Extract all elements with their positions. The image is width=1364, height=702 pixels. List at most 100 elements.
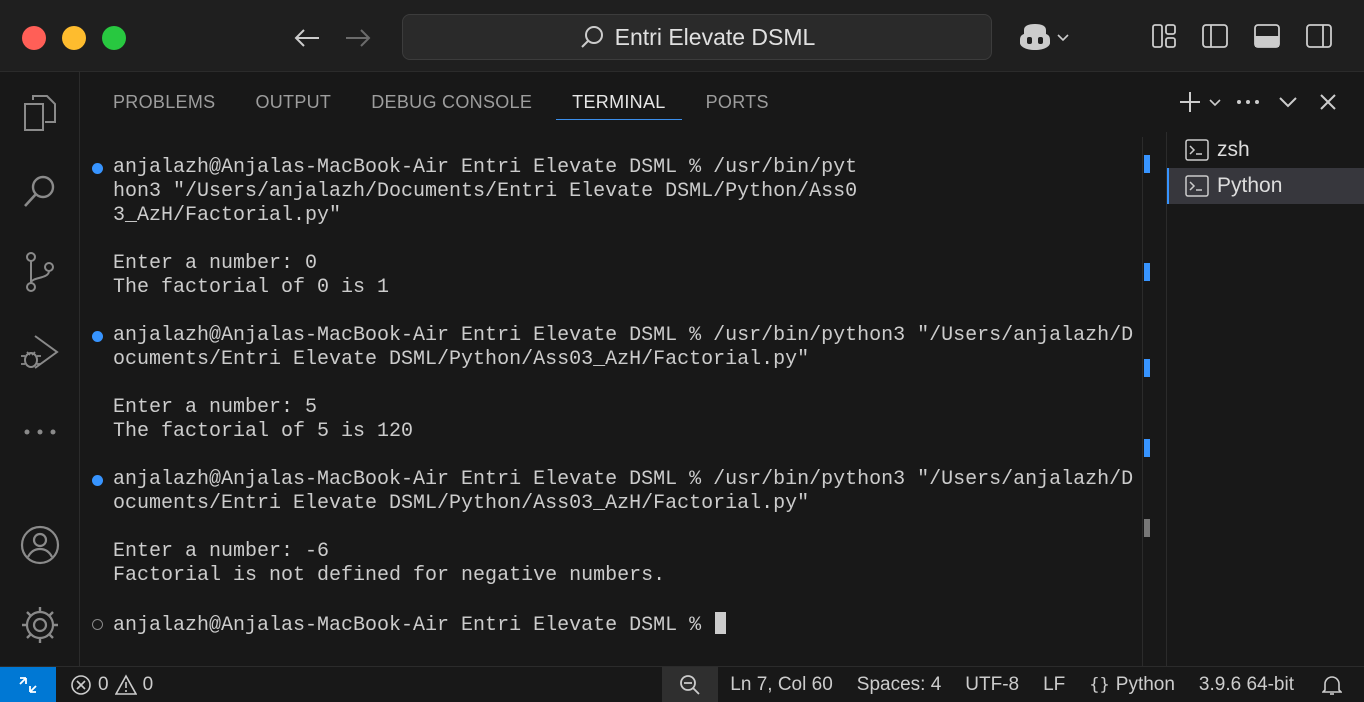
terminal-tab-label: zsh <box>1217 138 1250 161</box>
toggle-primary-sidebar-button[interactable] <box>1199 20 1231 52</box>
command-success-decoration[interactable] <box>92 331 103 342</box>
close-window-button[interactable] <box>22 26 46 50</box>
more-actions-button[interactable] <box>1232 86 1264 118</box>
terminal-tab-zsh[interactable]: zsh <box>1167 132 1364 168</box>
panel-bottom-icon <box>1254 24 1280 48</box>
forward-button[interactable] <box>341 22 375 54</box>
debug-icon <box>21 335 59 369</box>
toggle-secondary-sidebar-button[interactable] <box>1303 20 1335 52</box>
chevron-down-icon <box>1057 34 1069 42</box>
terminal-tab-python[interactable]: Python <box>1167 168 1364 204</box>
terminal-line: 3_AzH/Factorial.py" <box>113 204 342 227</box>
error-count: 0 <box>98 673 109 695</box>
maximize-window-button[interactable] <box>102 26 126 50</box>
chevron-down-icon <box>1279 97 1297 108</box>
terminal-icon <box>1185 175 1209 197</box>
more-views-button[interactable] <box>0 402 80 462</box>
scrollbar-marker <box>1144 155 1150 173</box>
command-center-search[interactable]: Entri Elevate DSML <box>402 14 992 60</box>
chevron-down-icon <box>1209 99 1221 107</box>
title-bar: Entri Elevate DSML <box>0 0 1364 72</box>
search-icon <box>580 26 603 48</box>
braces-icon: {} <box>1089 674 1110 695</box>
source-control-icon <box>26 252 54 292</box>
terminal-cursor <box>715 612 727 634</box>
copilot-menu-button[interactable] <box>1018 20 1070 54</box>
run-and-debug-button[interactable] <box>0 322 80 382</box>
arrow-right-icon <box>346 29 371 47</box>
maximize-panel-button[interactable] <box>1272 86 1304 118</box>
terminal-line: ocuments/Entri Elevate DSML/Python/Ass03… <box>113 492 810 515</box>
remote-icon <box>19 676 37 693</box>
notifications-button[interactable] <box>1306 667 1364 702</box>
python-interpreter-button[interactable]: 3.9.6 64-bit <box>1187 667 1306 702</box>
encoding-button[interactable]: UTF-8 <box>953 667 1031 702</box>
activity-bar <box>0 72 80 666</box>
language-mode-button[interactable]: {} Python <box>1077 667 1187 702</box>
end-of-line-button[interactable]: LF <box>1031 667 1077 702</box>
explorer-button[interactable] <box>0 82 80 142</box>
terminal-line: Enter a number: 0 <box>113 252 318 275</box>
terminal-line: The factorial of 0 is 1 <box>113 276 390 299</box>
tab-terminal[interactable]: TERMINAL <box>552 72 685 132</box>
close-panel-button[interactable] <box>1312 86 1344 118</box>
plus-icon <box>1180 92 1200 112</box>
terminal-line: anjalazh@Anjalas-MacBook-Air Entri Eleva… <box>80 156 1142 180</box>
panel-tab-bar: PROBLEMS OUTPUT DEBUG CONSOLE TERMINAL P… <box>80 72 789 132</box>
warning-icon <box>114 673 137 695</box>
cursor-position-button[interactable]: Ln 7, Col 60 <box>718 667 844 702</box>
accounts-button[interactable] <box>0 515 80 575</box>
files-icon <box>24 95 56 131</box>
search-view-button[interactable] <box>0 162 80 222</box>
search-text: Entri Elevate DSML <box>614 23 816 50</box>
error-icon <box>71 674 91 695</box>
customize-layout-button[interactable] <box>1148 20 1180 52</box>
terminal-line: Factorial is not defined for negative nu… <box>113 564 666 587</box>
zoom-button[interactable] <box>662 666 719 702</box>
source-control-button[interactable] <box>0 242 80 302</box>
problems-status-button[interactable]: 0 0 <box>56 667 165 702</box>
terminal-icon <box>1185 139 1209 161</box>
remote-indicator-button[interactable] <box>0 666 56 702</box>
terminal-line: ocuments/Entri Elevate DSML/Python/Ass03… <box>113 348 810 371</box>
tab-output[interactable]: OUTPUT <box>235 72 351 132</box>
bottom-panel: PROBLEMS OUTPUT DEBUG CONSOLE TERMINAL P… <box>80 72 1364 666</box>
toggle-panel-button[interactable] <box>1251 20 1283 52</box>
terminal-profile-dropdown[interactable] <box>1206 86 1224 118</box>
tab-problems[interactable]: PROBLEMS <box>80 72 235 132</box>
command-pending-decoration[interactable] <box>92 619 103 630</box>
gear-icon <box>22 607 58 643</box>
scrollbar-marker <box>1144 519 1150 537</box>
terminal-tabs-list: zsh Python <box>1166 132 1364 666</box>
warning-count: 0 <box>142 673 154 695</box>
terminal-line: anjalazh@Anjalas-MacBook-Air Entri Eleva… <box>80 324 1142 348</box>
terminal-scrollbar[interactable] <box>1142 137 1150 666</box>
scrollbar-marker <box>1144 263 1150 281</box>
scrollbar-marker <box>1144 439 1150 457</box>
command-success-decoration[interactable] <box>92 163 103 174</box>
terminal-prompt-line: anjalazh@Anjalas-MacBook-Air Entri Eleva… <box>80 612 1142 637</box>
tab-debug-console[interactable]: DEBUG CONSOLE <box>351 72 552 132</box>
copilot-icon <box>1020 24 1050 50</box>
indentation-button[interactable]: Spaces: 4 <box>845 667 954 702</box>
back-button[interactable] <box>290 22 324 54</box>
tab-ports[interactable]: PORTS <box>686 72 789 132</box>
command-success-decoration[interactable] <box>92 475 103 486</box>
close-icon <box>1320 94 1336 110</box>
terminal-line: Enter a number: -6 <box>113 540 330 563</box>
manage-settings-button[interactable] <box>0 595 80 655</box>
account-icon <box>20 525 60 565</box>
terminal-line: The factorial of 5 is 120 <box>113 420 414 443</box>
customize-layout-icon <box>1152 24 1176 48</box>
search-icon <box>24 175 55 207</box>
new-terminal-button[interactable] <box>1174 86 1206 118</box>
panel-actions <box>1174 86 1344 118</box>
minimize-window-button[interactable] <box>62 26 86 50</box>
ellipsis-icon <box>1237 100 1259 104</box>
terminal-tab-label: Python <box>1217 174 1283 197</box>
scrollbar-marker <box>1144 359 1150 377</box>
terminal-output[interactable]: anjalazh@Anjalas-MacBook-Air Entri Eleva… <box>80 156 1142 656</box>
terminal-line: hon3 "/Users/anjalazh/Documents/Entri El… <box>113 180 858 203</box>
sidebar-left-icon <box>1202 24 1228 48</box>
zoom-out-icon <box>680 674 700 695</box>
